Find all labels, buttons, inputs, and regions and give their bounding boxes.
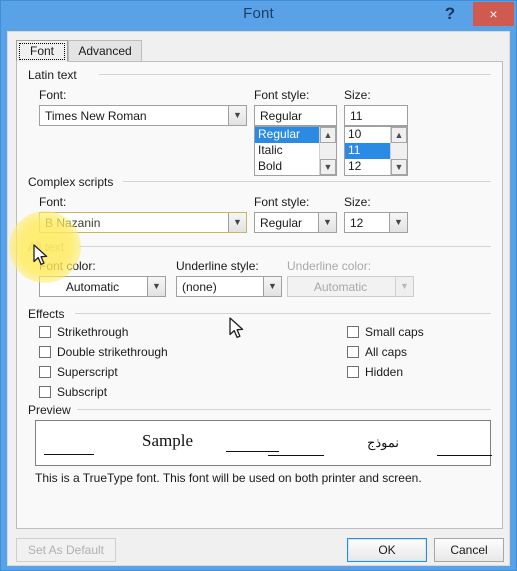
- checkbox-box[interactable]: [39, 386, 51, 398]
- latin-font-style-scrollbar[interactable]: ▲ ▼: [319, 127, 336, 175]
- checkbox-box[interactable]: [39, 366, 51, 378]
- list-item[interactable]: Italic: [255, 143, 319, 159]
- all-text-group-label: All text: [28, 240, 70, 254]
- checkbox-label: Small caps: [365, 325, 424, 339]
- checkbox-label: Double strikethrough: [57, 345, 168, 359]
- scroll-down-icon[interactable]: ▼: [391, 159, 407, 175]
- preview-sample-arabic: نموذج: [367, 435, 400, 450]
- effects-group-label: Effects: [28, 307, 70, 321]
- chevron-down-icon[interactable]: ▼: [318, 213, 336, 232]
- underline-style-combo[interactable]: (none) ▼: [176, 276, 282, 297]
- set-as-default-button: Set As Default: [16, 538, 116, 562]
- latin-size-scrollbar[interactable]: ▲ ▼: [390, 127, 407, 175]
- latin-size-label: Size:: [344, 88, 371, 102]
- latin-font-combo[interactable]: Times New Roman ▼: [39, 105, 247, 126]
- preview-sample-latin: Sample: [142, 431, 193, 450]
- all-text-group-line: [79, 246, 491, 247]
- font-color-combo[interactable]: Automatic ▼: [39, 276, 166, 297]
- complex-scripts-group-line: [123, 181, 491, 182]
- scroll-up-icon[interactable]: ▲: [391, 127, 407, 143]
- font-tab-page: Latin text Font: Font style: Size: Times…: [16, 61, 503, 529]
- tab-font[interactable]: Font: [16, 40, 68, 62]
- latin-font-style-items: Regular Italic Bold: [255, 127, 319, 175]
- list-item[interactable]: 11: [345, 143, 390, 159]
- latin-size-items: 10 11 12: [345, 127, 390, 175]
- preview-rule: [226, 451, 279, 452]
- cs-font-value: B Nazanin: [45, 216, 101, 230]
- chevron-down-icon[interactable]: ▼: [263, 277, 281, 296]
- cs-size-value: 12: [350, 216, 364, 230]
- checkbox-label: All caps: [365, 345, 408, 359]
- close-icon[interactable]: ×: [473, 2, 514, 26]
- font-color-value: Automatic: [65, 280, 120, 294]
- font-preview-note: This is a TrueType font. This font will …: [35, 471, 422, 485]
- effects-group-line: [75, 313, 491, 314]
- tab-strip: Font Advanced: [16, 40, 503, 62]
- cancel-button[interactable]: Cancel: [434, 538, 504, 562]
- checkbox-box[interactable]: [347, 326, 359, 338]
- checkbox-label: Hidden: [365, 365, 404, 379]
- checkbox-box[interactable]: [39, 346, 51, 358]
- cs-font-style-combo[interactable]: Regular ▼: [254, 212, 337, 233]
- latin-text-group-line: [99, 74, 491, 75]
- ok-button[interactable]: OK: [347, 538, 427, 562]
- checkbox-box[interactable]: [347, 366, 359, 378]
- underline-color-combo: Automatic ▼: [287, 276, 414, 297]
- font-preview-box: Sample نموذج: [35, 420, 492, 466]
- chevron-down-icon[interactable]: ▼: [389, 213, 407, 232]
- cs-font-label: Font:: [39, 195, 67, 209]
- latin-font-style-value: Regular: [260, 109, 303, 123]
- latin-font-style-textbox[interactable]: Regular: [254, 105, 337, 126]
- cs-font-style-label: Font style:: [254, 195, 310, 209]
- font-dialog-window: Font ? × Font Advanced Latin text Font: …: [0, 0, 517, 571]
- checkbox-label: Subscript: [57, 385, 108, 399]
- font-color-label: Font color:: [39, 259, 96, 273]
- scroll-up-icon[interactable]: ▲: [320, 127, 336, 143]
- latin-size-textbox[interactable]: 11: [344, 105, 408, 126]
- cs-size-combo[interactable]: 12 ▼: [344, 212, 408, 233]
- latin-font-label: Font:: [39, 88, 67, 102]
- latin-font-style-listbox[interactable]: Regular Italic Bold ▲ ▼: [254, 126, 337, 176]
- underline-style-label: Underline style:: [176, 259, 259, 273]
- title-bar: Font ? ×: [1, 1, 516, 31]
- checkbox-box[interactable]: [347, 346, 359, 358]
- tab-advanced-label: Advanced: [78, 44, 132, 58]
- list-item[interactable]: Bold: [255, 159, 319, 175]
- tab-focus-rect: [19, 43, 65, 60]
- chevron-down-icon[interactable]: ▼: [228, 213, 246, 232]
- complex-scripts-group-label: Complex scripts: [28, 175, 119, 189]
- cs-size-label: Size:: [344, 195, 371, 209]
- latin-text-group-label: Latin text: [28, 68, 82, 82]
- help-icon[interactable]: ?: [439, 2, 461, 26]
- underline-style-value: (none): [182, 280, 217, 294]
- latin-font-value: Times New Roman: [45, 109, 147, 123]
- checkbox-label: Superscript: [57, 365, 118, 379]
- preview-rule: [44, 454, 94, 455]
- chevron-down-icon: ▼: [395, 277, 413, 296]
- cs-font-combo[interactable]: B Nazanin ▼: [39, 212, 247, 233]
- list-item[interactable]: 12: [345, 159, 390, 175]
- underline-color-label: Underline color:: [287, 259, 372, 273]
- preview-group-label: Preview: [28, 403, 76, 417]
- checkbox-box[interactable]: [39, 326, 51, 338]
- latin-font-style-label: Font style:: [254, 88, 310, 102]
- chevron-down-icon[interactable]: ▼: [228, 106, 246, 125]
- list-item[interactable]: 10: [345, 127, 390, 143]
- list-item[interactable]: Regular: [255, 127, 319, 143]
- chevron-down-icon[interactable]: ▼: [147, 277, 165, 296]
- preview-rule: [437, 455, 492, 456]
- preview-group-line: [77, 409, 491, 410]
- preview-rule: [268, 455, 324, 456]
- cs-font-style-value: Regular: [260, 216, 303, 230]
- dialog-client-area: Font Advanced Latin text Font: Font styl…: [7, 31, 510, 566]
- tab-advanced[interactable]: Advanced: [68, 40, 142, 62]
- scroll-down-icon[interactable]: ▼: [320, 159, 336, 175]
- latin-size-listbox[interactable]: 10 11 12 ▲ ▼: [344, 126, 408, 176]
- underline-color-value: Automatic: [313, 280, 368, 294]
- latin-size-value: 11: [350, 109, 363, 123]
- checkbox-label: Strikethrough: [57, 325, 129, 339]
